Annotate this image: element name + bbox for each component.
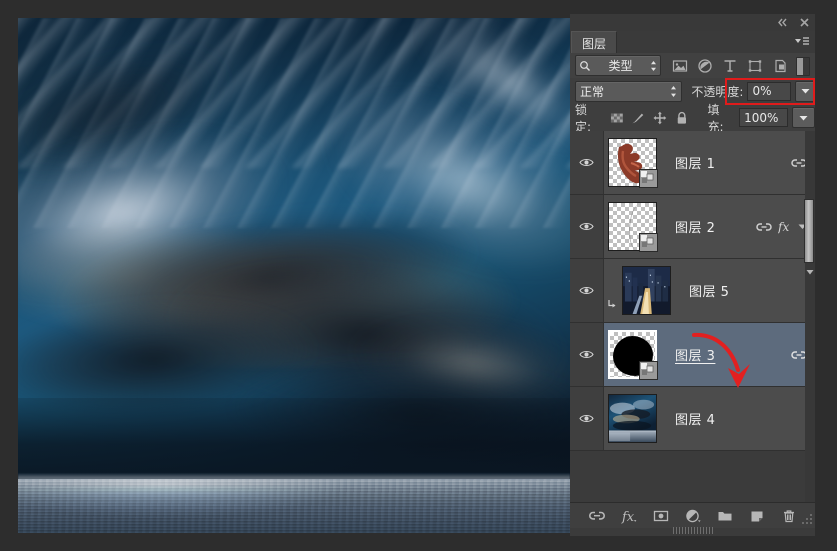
filter-type-icon[interactable]	[721, 57, 739, 75]
layers-panel: 图层 类型 正常 不透明度: 0% 锁定: 填充: 100% 图层 1 图层 2…	[570, 14, 816, 536]
layer-name[interactable]: 图层 2	[675, 217, 715, 236]
eye-icon	[579, 286, 594, 295]
layer-visibility-toggle[interactable]	[570, 195, 604, 258]
layer-visibility-toggle[interactable]	[570, 259, 604, 322]
lock-row: 锁定: 填充: 100%	[570, 102, 816, 134]
ocean-shimmer	[18, 479, 570, 533]
updown-arrows-icon	[671, 85, 677, 97]
new-adjustment-layer-icon[interactable]	[685, 508, 701, 524]
layer-visibility-toggle[interactable]	[570, 323, 604, 386]
layer-name[interactable]: 图层 1	[675, 153, 715, 172]
layer-thumbnail-wrap[interactable]	[622, 266, 671, 315]
collapse-to-icons-icon[interactable]	[776, 16, 789, 29]
dropdown-arrow-icon	[799, 115, 808, 120]
lower-sky-shadow	[18, 398, 570, 482]
eye-icon	[579, 350, 594, 359]
fill-dropdown-button[interactable]	[792, 107, 816, 128]
link-icon[interactable]	[756, 222, 772, 232]
svg-text:fx: fx	[778, 220, 789, 234]
panel-resize-grip[interactable]	[801, 513, 813, 525]
lock-all-icon[interactable]	[674, 110, 690, 126]
blend-mode-row: 正常 不透明度: 0%	[570, 78, 815, 104]
layer-thumbnail-wrap[interactable]	[608, 330, 658, 380]
filter-enable-toggle[interactable]	[796, 57, 810, 76]
layer-style-fx-icon[interactable]: fx	[621, 508, 637, 524]
table-row[interactable]: 图层 3	[570, 323, 815, 387]
blend-mode-select[interactable]: 正常	[575, 80, 683, 102]
filter-adjustment-icon[interactable]	[696, 57, 714, 75]
layer-filter-row: 类型	[570, 53, 815, 79]
layers-panel-toolbar: fx	[570, 502, 815, 528]
lock-position-icon[interactable]	[652, 110, 668, 126]
panel-tabstrip: 图层	[570, 31, 815, 54]
layer-effects-fx-icon[interactable]: fx	[778, 220, 792, 234]
opacity-input[interactable]: 0%	[747, 81, 792, 101]
layer-thumbnail-wrap[interactable]	[608, 138, 658, 188]
new-group-icon[interactable]	[717, 508, 733, 524]
cityscape-artwork	[623, 267, 670, 314]
lock-image-pixels-icon[interactable]	[630, 110, 646, 126]
sky-ocean-artwork	[609, 395, 656, 442]
lock-label: 锁定:	[575, 102, 592, 134]
eye-icon	[579, 222, 594, 231]
tab-layers[interactable]: 图层	[571, 31, 618, 54]
eye-icon	[579, 158, 594, 167]
scroll-down-arrow-icon[interactable]	[805, 266, 815, 278]
layer-thumbnail	[622, 266, 671, 315]
document-canvas[interactable]	[18, 18, 570, 533]
opacity-value: 0%	[752, 84, 772, 98]
photoshop-window: 图层 类型 正常 不透明度: 0% 锁定: 填充: 100% 图层 1 图层 2…	[0, 0, 837, 551]
layer-name[interactable]: 图层 3	[675, 345, 715, 364]
close-icon[interactable]	[798, 16, 811, 29]
sky-ocean-photograph	[18, 18, 570, 533]
updown-arrows-icon	[651, 60, 656, 71]
layer-thumbnail-wrap[interactable]	[608, 202, 658, 252]
fill-label: 填充:	[707, 102, 724, 134]
link-layers-icon[interactable]	[588, 508, 605, 524]
new-layer-icon[interactable]	[749, 508, 765, 524]
layer-thumbnail	[608, 394, 657, 443]
panel-menu-icon[interactable]	[794, 35, 810, 49]
fill-value: 100%	[744, 110, 779, 125]
lock-transparent-pixels-icon[interactable]	[609, 110, 625, 126]
filter-shape-icon[interactable]	[746, 57, 764, 75]
eye-icon	[579, 414, 594, 423]
fill-input[interactable]: 100%	[739, 108, 789, 127]
tab-layers-label: 图层	[582, 36, 607, 51]
layer-row-icons: fx	[756, 220, 807, 234]
filter-pixel-icon[interactable]	[671, 57, 689, 75]
panel-titlebar	[570, 14, 815, 31]
panel-drag-grip[interactable]	[672, 527, 713, 534]
opacity-label: 不透明度:	[691, 84, 744, 99]
clipping-mask-indicator-icon	[604, 247, 618, 334]
layer-name[interactable]: 图层 5	[689, 281, 729, 300]
table-row[interactable]: 图层 1	[570, 131, 815, 195]
layer-name[interactable]: 图层 4	[675, 409, 715, 428]
layer-badge-icon	[639, 169, 658, 188]
table-row[interactable]: 图层 5	[570, 259, 815, 323]
layers-list[interactable]: 图层 1 图层 2 fx 图层 5 图层 3 图层 4	[570, 131, 815, 502]
search-icon	[580, 60, 590, 71]
add-layer-mask-icon[interactable]	[653, 508, 669, 524]
delete-layer-icon[interactable]	[781, 508, 797, 524]
layers-scrollbar-thumb[interactable]	[804, 199, 814, 263]
dropdown-arrow-icon	[801, 89, 810, 94]
filter-kind-label: 类型	[608, 59, 633, 73]
layer-thumbnail-wrap[interactable]	[608, 394, 657, 443]
table-row[interactable]: 图层 4	[570, 387, 815, 451]
svg-text:fx: fx	[621, 510, 635, 524]
blend-mode-value: 正常	[580, 84, 605, 99]
opacity-dropdown-button[interactable]	[795, 80, 815, 102]
layer-visibility-toggle[interactable]	[570, 387, 604, 450]
filter-kind-select[interactable]: 类型	[575, 55, 661, 76]
filter-smartobject-icon[interactable]	[771, 57, 789, 75]
layer-visibility-toggle[interactable]	[570, 131, 604, 194]
layer-badge-icon	[639, 361, 658, 380]
layers-scrollbar-track[interactable]	[804, 131, 815, 502]
layer-badge-icon	[639, 233, 658, 252]
